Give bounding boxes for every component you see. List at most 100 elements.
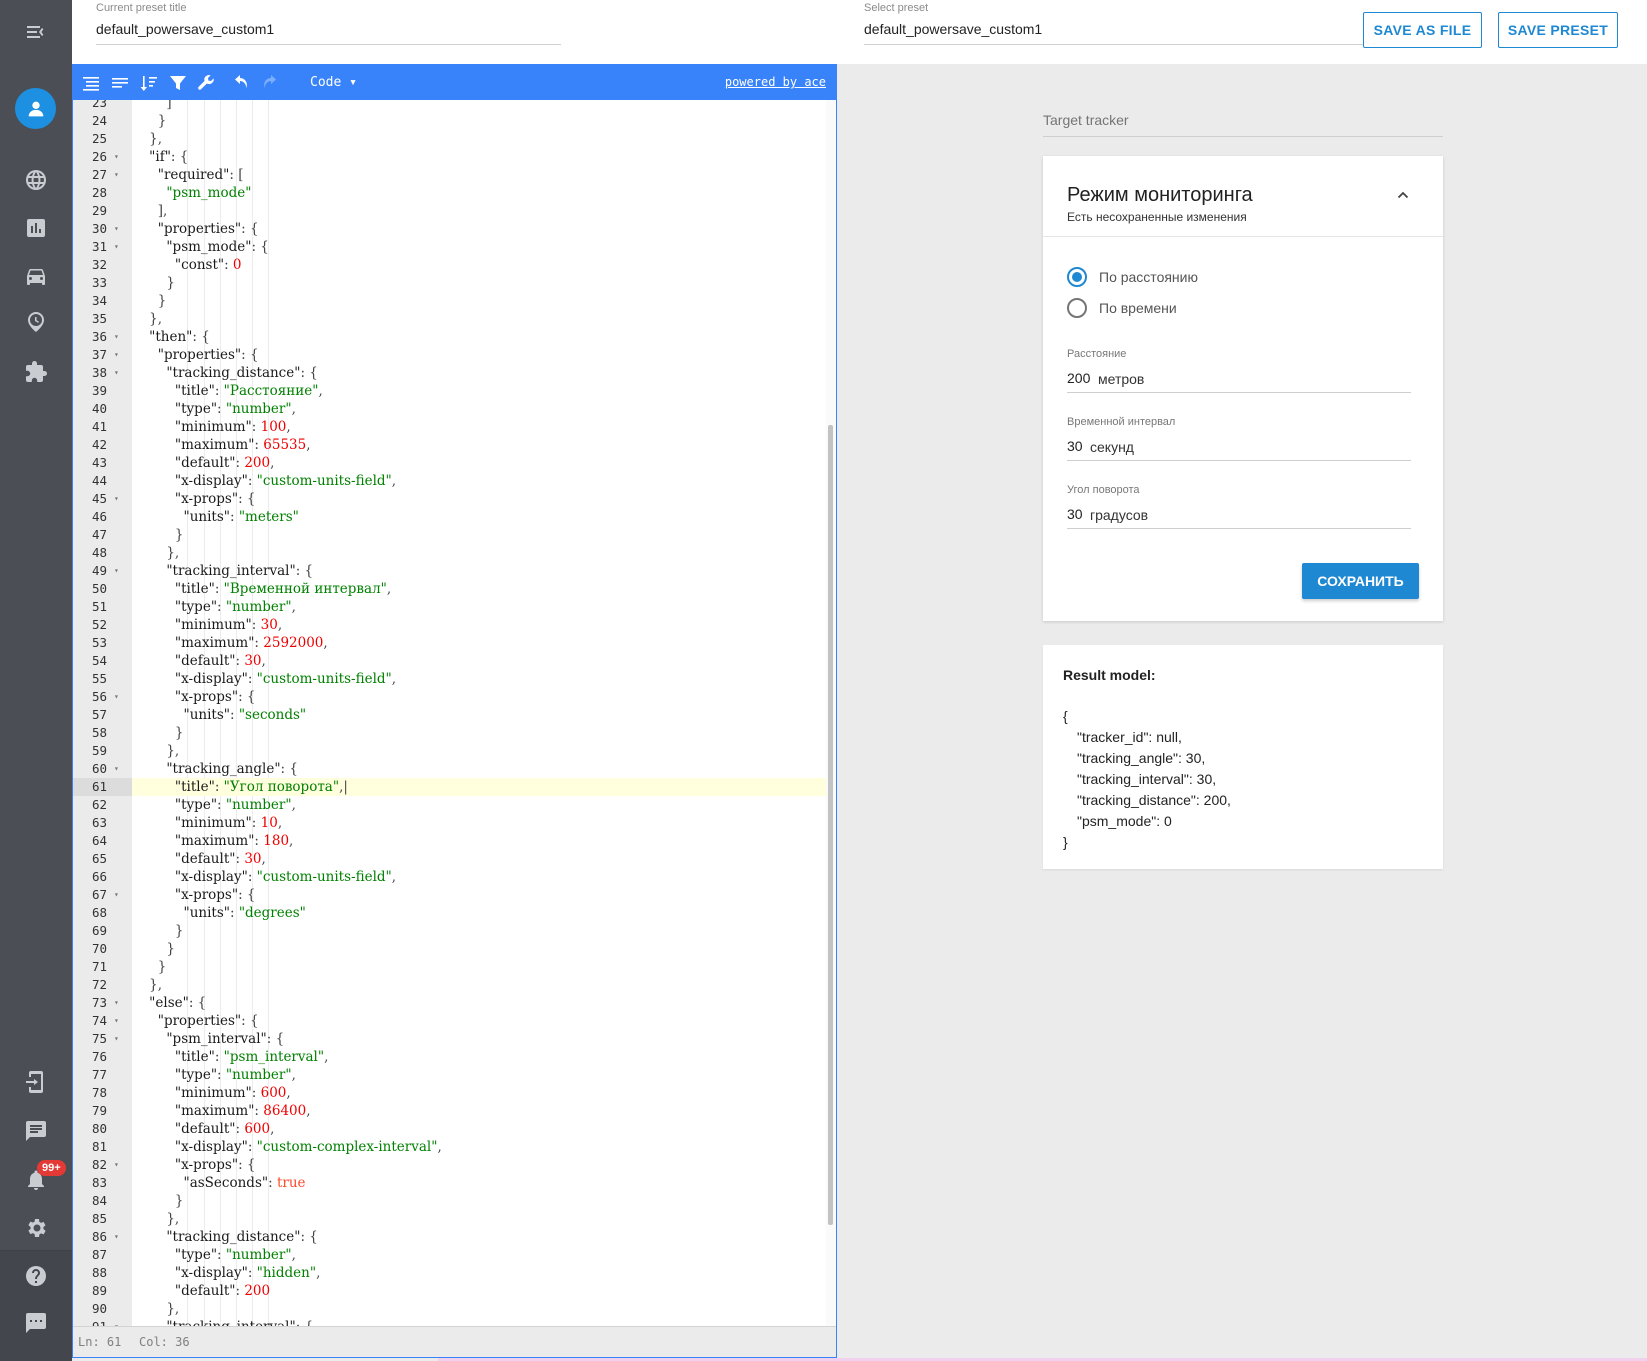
code-line[interactable]: } (132, 112, 826, 130)
code-line[interactable]: "const": 0 (132, 256, 826, 274)
save-button[interactable]: СОХРАНИТЬ (1302, 563, 1419, 599)
editor-scrollbar-thumb[interactable] (828, 425, 833, 1225)
menu-icon[interactable] (0, 12, 72, 52)
code-line[interactable]: "required": [ (132, 166, 826, 184)
fold-toggle-icon[interactable]: ▾ (114, 1318, 119, 1326)
code-line[interactable]: "units": "meters" (132, 508, 826, 526)
radio-by-time[interactable] (1067, 298, 1087, 318)
code-line[interactable]: }, (132, 130, 826, 148)
angle-input[interactable]: 30 (1067, 506, 1083, 522)
puzzle-icon[interactable] (0, 352, 72, 392)
chat-icon[interactable] (0, 1111, 72, 1151)
fold-toggle-icon[interactable]: ▾ (114, 364, 119, 382)
chart-icon[interactable] (0, 208, 72, 248)
chevron-up-icon[interactable] (1397, 189, 1409, 201)
code-line[interactable]: "tracking_angle": { (132, 760, 826, 778)
clock-pin-icon[interactable] (0, 302, 72, 342)
fold-toggle-icon[interactable]: ▾ (114, 886, 119, 904)
radio-by-time-label[interactable]: По времени (1099, 300, 1177, 316)
code-line[interactable]: "psm_mode": { (132, 238, 826, 256)
code-line[interactable]: "default": 30, (132, 850, 826, 868)
code-line[interactable]: "maximum": 86400, (132, 1102, 826, 1120)
car-icon[interactable] (0, 256, 72, 296)
code-line[interactable]: "type": "number", (132, 598, 826, 616)
powered-by-ace-link[interactable]: powered by ace (725, 75, 826, 89)
code-line[interactable]: }, (132, 544, 826, 562)
code-line[interactable]: "x-props": { (132, 688, 826, 706)
device-add-icon[interactable] (0, 1062, 72, 1102)
code-line[interactable]: }, (132, 1300, 826, 1318)
fold-toggle-icon[interactable]: ▾ (114, 1012, 119, 1030)
code-line[interactable]: "x-display": "custom-units-field", (132, 868, 826, 886)
code-line[interactable]: "x-props": { (132, 1156, 826, 1174)
code-line[interactable]: "maximum": 2592000, (132, 634, 826, 652)
code-line[interactable]: "x-display": "custom-complex-interval", (132, 1138, 826, 1156)
target-tracker-input[interactable]: Target tracker (1043, 112, 1129, 128)
mode-selector[interactable]: Code ▾ (310, 75, 357, 90)
fold-toggle-icon[interactable]: ▾ (114, 166, 119, 184)
wrench-icon[interactable] (196, 73, 216, 93)
code-line[interactable]: } (132, 1192, 826, 1210)
fold-toggle-icon[interactable]: ▾ (114, 346, 119, 364)
code-line[interactable]: } (132, 292, 826, 310)
select-preset-dropdown[interactable]: default_powersave_custom1 (864, 21, 1042, 37)
distance-input[interactable]: 200 (1067, 370, 1090, 386)
code-line[interactable]: } (132, 724, 826, 742)
fold-toggle-icon[interactable]: ▾ (114, 994, 119, 1012)
undo-icon[interactable] (232, 73, 252, 93)
fold-toggle-icon[interactable]: ▾ (114, 1156, 119, 1174)
code-line[interactable]: "if": { (132, 148, 826, 166)
fold-toggle-icon[interactable]: ▾ (114, 688, 119, 706)
code-line[interactable]: "default": 200 (132, 1282, 826, 1300)
code-line[interactable]: }, (132, 742, 826, 760)
code-line[interactable]: "psm_interval": { (132, 1030, 826, 1048)
fold-toggle-icon[interactable]: ▾ (114, 238, 119, 256)
code-line[interactable]: "tracking_distance": { (132, 1228, 826, 1246)
code-line[interactable]: "title": "Расстояние", (132, 382, 826, 400)
editor-scrollbar[interactable] (826, 100, 836, 1326)
code-line[interactable]: "minimum": 10, (132, 814, 826, 832)
code-line[interactable]: "type": "number", (132, 796, 826, 814)
code-line[interactable]: "units": "seconds" (132, 706, 826, 724)
code-line[interactable]: "tracking_interval": { (132, 1318, 826, 1326)
fold-toggle-icon[interactable]: ▾ (114, 562, 119, 580)
code-line[interactable]: "type": "number", (132, 400, 826, 418)
code-line[interactable]: "type": "number", (132, 1246, 826, 1264)
code-line[interactable]: "x-display": "hidden", (132, 1264, 826, 1282)
current-title-input[interactable]: default_powersave_custom1 (96, 21, 274, 37)
filter-icon[interactable] (168, 73, 188, 93)
code-line[interactable]: }, (132, 1210, 826, 1228)
redo-icon[interactable] (259, 73, 279, 93)
code-line[interactable]: } (132, 922, 826, 940)
radio-by-distance-label[interactable]: По расстоянию (1099, 269, 1198, 285)
code-line[interactable]: } (132, 940, 826, 958)
code-line[interactable]: "x-props": { (132, 886, 826, 904)
code-line[interactable]: "x-display": "custom-units-field", (132, 472, 826, 490)
code-line[interactable]: "psm_mode" (132, 184, 826, 202)
compact-icon[interactable] (110, 73, 130, 93)
code-line[interactable]: } (132, 958, 826, 976)
fold-toggle-icon[interactable]: ▾ (114, 760, 119, 778)
radio-by-distance[interactable] (1067, 267, 1087, 287)
code-line[interactable]: "default": 600, (132, 1120, 826, 1138)
avatar[interactable] (15, 88, 56, 129)
code-line[interactable]: } (132, 274, 826, 292)
fold-toggle-icon[interactable]: ▾ (114, 1228, 119, 1246)
help-icon[interactable] (0, 1256, 72, 1296)
code-line[interactable]: "properties": { (132, 1012, 826, 1030)
fold-toggle-icon[interactable]: ▾ (114, 220, 119, 238)
code-line[interactable]: "properties": { (132, 220, 826, 238)
fold-toggle-icon[interactable]: ▾ (114, 1030, 119, 1048)
code-line[interactable]: }, (132, 310, 826, 328)
code-line[interactable]: "units": "degrees" (132, 904, 826, 922)
code-line[interactable]: "minimum": 100, (132, 418, 826, 436)
code-line[interactable]: "properties": { (132, 346, 826, 364)
code-line[interactable]: "default": 30, (132, 652, 826, 670)
code-line[interactable]: } (132, 526, 826, 544)
format-icon[interactable] (81, 73, 101, 93)
code-line[interactable]: "asSeconds": true (132, 1174, 826, 1192)
globe-icon[interactable] (0, 160, 72, 200)
fold-toggle-icon[interactable]: ▾ (114, 490, 119, 508)
code-line[interactable]: "else": { (132, 994, 826, 1012)
code-line[interactable]: "tracking_interval": { (132, 562, 826, 580)
